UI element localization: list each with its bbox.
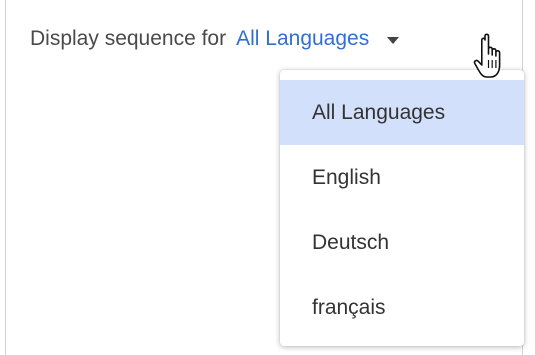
caret-down-icon[interactable] xyxy=(387,36,400,44)
display-sequence-label: Display sequence for xyxy=(30,27,227,50)
language-dropdown-menu: All Languages English Deutsch français xyxy=(280,70,524,346)
language-dropdown-trigger[interactable]: All Languages xyxy=(236,27,400,51)
language-option-all-languages[interactable]: All Languages xyxy=(280,80,524,145)
display-sequence-row: Display sequence for All Languages xyxy=(30,22,400,56)
language-option-deutsch[interactable]: Deutsch xyxy=(280,210,524,275)
language-option-francais[interactable]: français xyxy=(280,275,524,340)
language-dropdown-value[interactable]: All Languages xyxy=(236,27,369,51)
hand-pointer-cursor-icon xyxy=(473,33,501,78)
language-option-english[interactable]: English xyxy=(280,145,524,210)
